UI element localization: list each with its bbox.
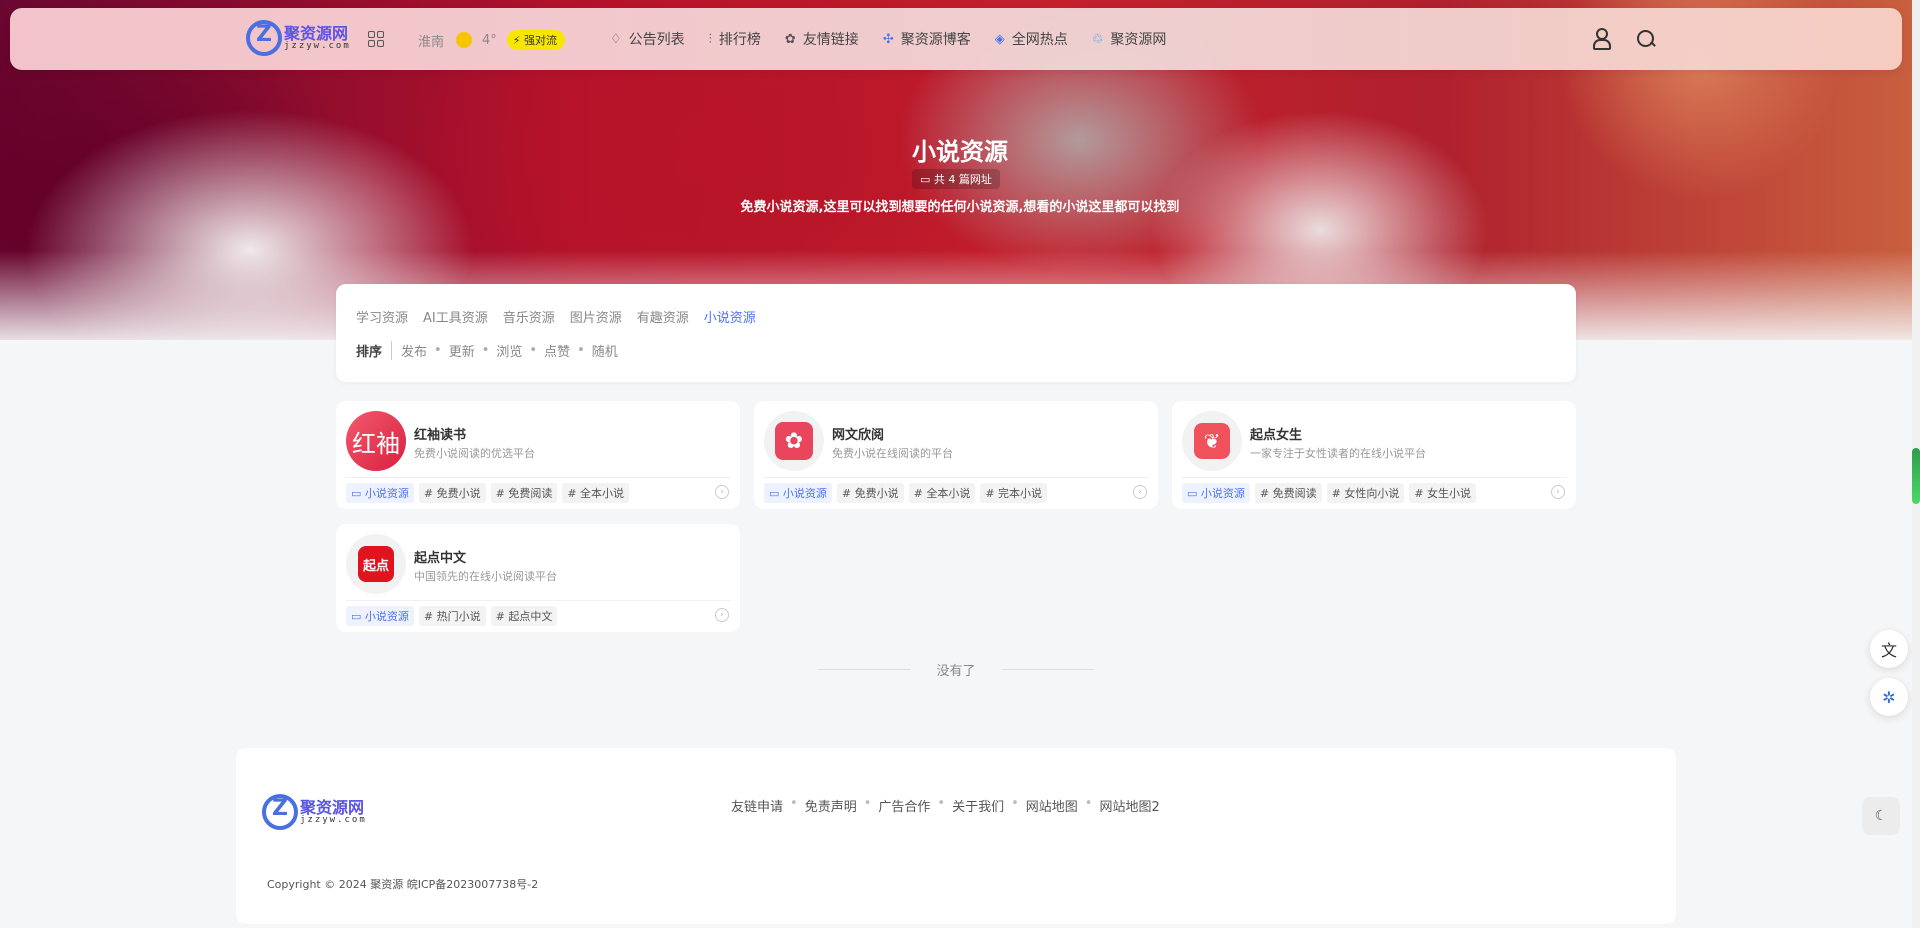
card-tag[interactable]: # 免费阅读 — [490, 483, 558, 503]
sort-option-views[interactable]: 浏览 — [496, 341, 522, 360]
dark-mode-toggle-icon[interactable]: ☾ — [1862, 797, 1900, 835]
logo-mark-icon — [262, 794, 298, 830]
card-tag[interactable]: # 免费阅读 — [1254, 483, 1322, 503]
bell-icon: ♢ — [610, 31, 622, 47]
qidian-logo-icon: 起点 — [346, 534, 406, 594]
logo-subtext: jzzyw.com — [284, 40, 351, 51]
wangwen-logo-icon: ✿ — [764, 411, 824, 471]
nav-item-ranking[interactable]: ⫶ 排行榜 — [709, 29, 761, 49]
page-description: 免费小说资源,这里可以找到想要的任何小说资源,想看的小说这里都可以找到 — [740, 200, 1180, 215]
logo-text: 聚资源网 — [284, 23, 349, 43]
footer-link-sitemap[interactable]: 网站地图 — [1026, 796, 1078, 815]
sun-icon — [456, 32, 473, 48]
footer-link-apply[interactable]: 友链申请 — [731, 796, 783, 815]
logo-mark-icon — [246, 20, 282, 56]
weather-widget[interactable]: 淮南 4° ⚡ 强对流 — [418, 30, 566, 50]
card-title[interactable]: 起点中文 — [414, 547, 466, 566]
category-tab-study[interactable]: 学习资源 — [356, 307, 408, 326]
card-description: 中国领先的在线小说阅读平台 — [414, 570, 557, 583]
footer-link-ads[interactable]: 广告合作 — [878, 796, 930, 815]
card-tag[interactable]: # 完本小说 — [980, 483, 1048, 503]
count-badge: ▭ 共 4 篇网址 — [912, 169, 1000, 189]
footer-link-sitemap2[interactable]: 网站地图2 — [1099, 796, 1159, 815]
site-card[interactable]: ✿ 网文欣阅 免费小说在线阅读的平台 ▭ 小说资源 # 免费小说 # 全本小说 … — [754, 401, 1158, 509]
card-title[interactable]: 网文欣阅 — [832, 424, 884, 443]
sort-options: 排序 发布 • 更新 • 浏览 • 点赞 • 随机 — [356, 341, 618, 360]
footer: 聚资源网 jzzyw.com 友链申请• 免责声明• 广告合作• 关于我们• 网… — [236, 748, 1676, 924]
qidian-female-logo-icon: ❦ — [1182, 411, 1242, 471]
apps-grid-icon[interactable] — [368, 31, 384, 47]
footer-link-about[interactable]: 关于我们 — [952, 796, 1004, 815]
category-tab-images[interactable]: 图片资源 — [570, 307, 622, 326]
card-category-tag[interactable]: ▭ 小说资源 — [346, 483, 414, 503]
site-card[interactable]: 起点 起点中文 中国领先的在线小说阅读平台 ▭ 小说资源 # 热门小说 # 起点… — [336, 524, 740, 632]
sort-label: 排序 — [356, 341, 393, 360]
search-icon[interactable] — [1636, 28, 1656, 48]
nav-item-links[interactable]: ✿ 友情链接 — [785, 29, 859, 49]
card-tag[interactable]: # 女生小说 — [1409, 483, 1477, 503]
user-icon[interactable] — [1591, 28, 1611, 50]
card-description: 免费小说在线阅读的平台 — [832, 447, 953, 460]
category-tab-novels[interactable]: 小说资源 — [704, 307, 756, 326]
category-tab-ai-tools[interactable]: AI工具资源 — [423, 307, 488, 326]
filter-card: 学习资源 AI工具资源 音乐资源 图片资源 有趣资源 小说资源 排序 发布 • 更… — [336, 284, 1576, 382]
recycle-icon: ♲ — [1091, 31, 1104, 47]
ranking-icon: ⫶ — [708, 31, 712, 47]
sort-option-update[interactable]: 更新 — [449, 341, 475, 360]
sort-option-publish[interactable]: 发布 — [401, 341, 427, 360]
nav-item-blog[interactable]: ✣ 聚资源博客 — [883, 29, 971, 49]
site-card[interactable]: ❦ 起点女生 一家专注于女性读者的在线小说平台 ▭ 小说资源 # 免费阅读 # … — [1172, 401, 1576, 509]
category-tab-fun[interactable]: 有趣资源 — [637, 307, 689, 326]
footer-logo[interactable]: 聚资源网 jzzyw.com — [262, 794, 367, 830]
nav-item-hotspots[interactable]: ◈ 全网热点 — [995, 29, 1068, 49]
card-tag[interactable]: # 热门小说 — [418, 606, 486, 626]
weather-city: 淮南 — [418, 34, 445, 50]
sort-option-random[interactable]: 随机 — [592, 341, 618, 360]
card-title[interactable]: 起点女生 — [1250, 424, 1302, 443]
weather-temp: 4° — [482, 32, 497, 48]
footer-links: 友链申请 • 免责声明 • 广告合作 • 关于我们 • 网站地图 • 网站地图2 — [731, 796, 1160, 815]
nav-item-announcements[interactable]: ♢ 公告列表 — [610, 29, 685, 49]
chevron-right-icon[interactable]: › — [715, 608, 729, 622]
card-tag[interactable]: # 免费小说 — [418, 483, 486, 503]
card-title[interactable]: 红袖读书 — [414, 424, 466, 443]
card-category-tag[interactable]: ▭ 小说资源 — [764, 483, 832, 503]
card-category-tag[interactable]: ▭ 小说资源 — [1182, 483, 1250, 503]
category-tab-music[interactable]: 音乐资源 — [503, 307, 555, 326]
card-tag[interactable]: # 女性向小说 — [1326, 483, 1405, 503]
category-tabs: 学习资源 AI工具资源 音乐资源 图片资源 有趣资源 小说资源 — [356, 307, 771, 326]
card-category-tag[interactable]: ▭ 小说资源 — [346, 606, 414, 626]
chevron-right-icon[interactable]: › — [715, 485, 729, 499]
sort-option-likes[interactable]: 点赞 — [544, 341, 570, 360]
scrollbar-thumb[interactable] — [1912, 448, 1920, 504]
footer-link-disclaimer[interactable]: 免责声明 — [805, 796, 857, 815]
hongxiu-logo-icon: 红袖 — [346, 411, 406, 471]
translate-icon[interactable]: 文 — [1870, 630, 1908, 668]
card-tag[interactable]: # 全本小说 — [562, 483, 630, 503]
layers-icon: ◈ — [994, 31, 1005, 47]
blog-icon: ✣ — [882, 31, 894, 47]
network-icon[interactable]: ✲ — [1870, 678, 1908, 716]
site-card[interactable]: 红袖 红袖读书 免费小说阅读的优选平台 ▭ 小说资源 # 免费小说 # 免费阅读… — [336, 401, 740, 509]
nav-item-site[interactable]: ♲ 聚资源网 — [1092, 29, 1167, 49]
card-tag[interactable]: # 免费小说 — [836, 483, 904, 503]
card-description: 一家专注于女性读者的在线小说平台 — [1250, 447, 1426, 460]
chevron-right-icon[interactable]: › — [1133, 485, 1147, 499]
chevron-right-icon[interactable]: › — [1551, 485, 1565, 499]
copyright: Copyright © 2024 聚资源 皖ICP备2023007738号-2 — [267, 878, 539, 891]
page-title: 小说资源 — [912, 138, 1008, 166]
weather-alert-badge: ⚡ 强对流 — [506, 30, 566, 50]
main-nav: ♢ 公告列表 ⫶ 排行榜 ✿ 友情链接 ✣ 聚资源博客 ◈ 全网热点 ♲ 聚资源网 — [610, 29, 1190, 49]
site-logo[interactable]: 聚资源网 jzzyw.com — [246, 20, 351, 56]
link-icon: ✿ — [784, 31, 796, 47]
end-of-list: 没有了 — [818, 660, 1095, 679]
card-tag[interactable]: # 全本小说 — [908, 483, 976, 503]
card-tag[interactable]: # 起点中文 — [490, 606, 558, 626]
card-description: 免费小说阅读的优选平台 — [414, 447, 535, 460]
